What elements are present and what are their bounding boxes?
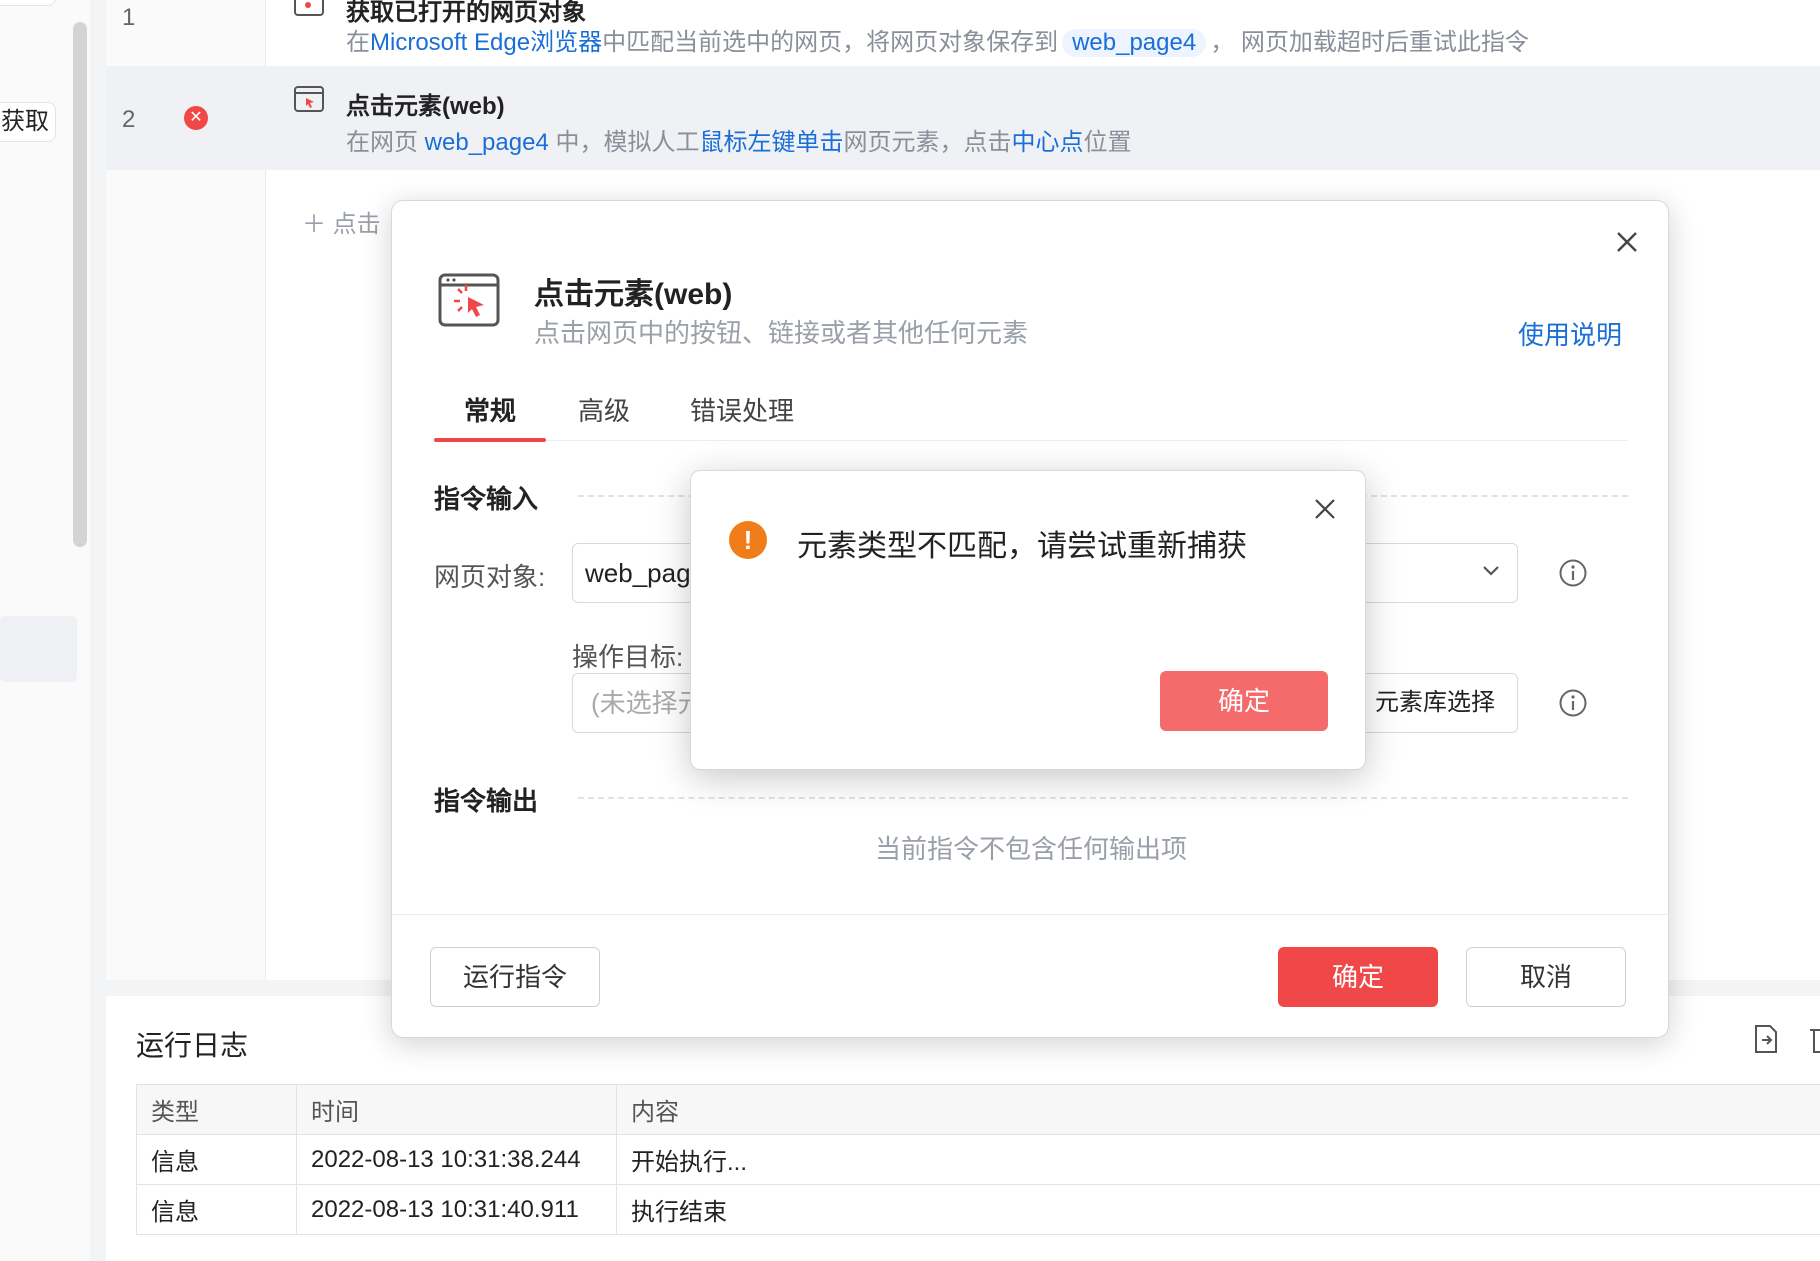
tab-advanced[interactable]: 高级 xyxy=(578,391,630,428)
sidebar-selected-item[interactable] xyxy=(0,616,77,682)
variable-link[interactable]: web_page4 xyxy=(425,129,549,156)
tab-error-handling[interactable]: 错误处理 xyxy=(690,391,794,428)
error-alert-dialog: ! 元素类型不匹配，请尝试重新捕获 确定 xyxy=(690,470,1366,770)
click-element-icon xyxy=(438,273,500,327)
dialog-subtitle: 点击网页中的按钮、链接或者其他任何元素 xyxy=(534,318,1029,348)
warning-icon: ! xyxy=(729,521,767,559)
trash-icon[interactable] xyxy=(1806,1024,1820,1054)
column-header: 内容 xyxy=(616,1084,1820,1135)
table-row[interactable]: 信息 2022-08-13 10:31:40.911 执行结束 xyxy=(136,1184,1820,1235)
alert-confirm-button[interactable]: 确定 xyxy=(1160,671,1328,731)
sidebar-item-label: 获取 xyxy=(1,108,49,135)
info-icon[interactable] xyxy=(1558,688,1588,718)
output-section-title: 指令输出 xyxy=(434,786,539,816)
close-icon[interactable] xyxy=(1313,497,1337,521)
close-icon[interactable] xyxy=(1612,227,1642,257)
target-label: 操作目标: xyxy=(572,642,684,672)
no-output-text: 当前指令不包含任何输出项 xyxy=(874,834,1187,864)
flow-step-1[interactable]: 1 获取已打开的网页对象 在Microsoft Edge浏览器中匹配当前选中的网… xyxy=(106,0,1820,66)
sidebar-top-pill[interactable] xyxy=(0,0,56,6)
column-header: 时间 xyxy=(296,1084,617,1135)
dialog-title: 点击元素(web) xyxy=(534,278,733,311)
info-icon[interactable] xyxy=(1558,558,1588,588)
sidebar: 获取 xyxy=(0,0,90,1261)
click-element-icon xyxy=(294,86,324,112)
tab-bar: 常规 高级 错误处理 xyxy=(434,377,1628,442)
input-section-title: 指令输入 xyxy=(434,484,539,514)
column-header: 类型 xyxy=(136,1084,297,1135)
log-title: 运行日志 xyxy=(136,1030,249,1061)
run-command-button[interactable]: 运行指令 xyxy=(430,947,600,1007)
sidebar-item-get[interactable]: 获取 xyxy=(0,102,56,142)
table-row[interactable]: 信息 2022-08-13 10:31:38.244 开始执行... xyxy=(136,1134,1820,1185)
variable-chip[interactable]: web_page4 xyxy=(1062,29,1207,57)
footer-divider xyxy=(392,914,1670,915)
cancel-button[interactable]: 取消 xyxy=(1466,947,1626,1007)
flow-step-2[interactable]: 2 ✕ 点击元素(web) 在网页 web_page4 中，模拟人工鼠标左键单击… xyxy=(106,66,1820,170)
alert-message: 元素类型不匹配，请尝试重新捕获 xyxy=(797,530,1247,563)
browser-icon xyxy=(294,0,324,16)
log-table: 类型 时间 内容 信息 2022-08-13 10:31:38.244 开始执行… xyxy=(136,1084,1820,1235)
step-title: 点击元素(web) xyxy=(346,93,505,120)
web-object-value: web_pag xyxy=(585,558,691,588)
step-description: 在网页 web_page4 中，模拟人工鼠标左键单击网页元素，点击中心点位置 xyxy=(346,129,1132,156)
export-icon[interactable] xyxy=(1752,1024,1780,1054)
element-library-button[interactable]: 元素库选择 xyxy=(1360,673,1518,733)
step-number: 2 xyxy=(122,106,136,133)
step-number: 1 xyxy=(122,4,136,31)
add-step-button[interactable]: ＋ 点击 xyxy=(302,204,381,239)
web-object-label: 网页对象: xyxy=(434,562,546,592)
log-header-row: 类型 时间 内容 xyxy=(136,1084,1820,1135)
chevron-down-icon xyxy=(1483,566,1499,576)
active-tab-indicator xyxy=(434,438,546,442)
confirm-button[interactable]: 确定 xyxy=(1278,947,1438,1007)
step-description: 在Microsoft Edge浏览器中匹配当前选中的网页，将网页对象保存到 web… xyxy=(346,29,1529,57)
error-icon[interactable]: ✕ xyxy=(184,106,208,130)
section-divider xyxy=(578,797,1628,799)
sidebar-scrollbar[interactable] xyxy=(73,22,87,547)
tab-general[interactable]: 常规 xyxy=(464,391,516,428)
help-link[interactable]: 使用说明 xyxy=(1518,315,1622,352)
